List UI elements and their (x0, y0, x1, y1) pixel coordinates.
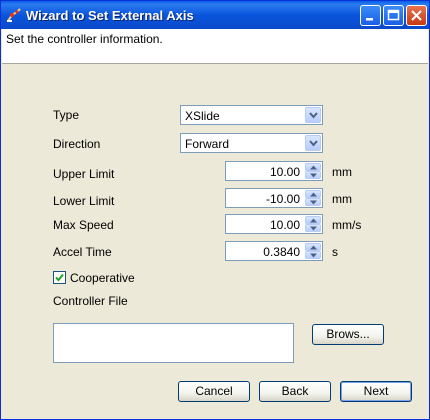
max-speed-value: 10.00 (269, 218, 300, 232)
type-label: Type (53, 108, 80, 122)
info-text: Set the controller information. (6, 32, 163, 46)
chevron-down-icon (309, 140, 318, 147)
max-speed-increment[interactable] (305, 216, 321, 224)
accel-time-input[interactable]: 0.3840 (225, 241, 323, 261)
checkmark-icon (55, 273, 64, 282)
minimize-button[interactable] (360, 5, 381, 26)
lower-limit-input[interactable]: -10.00 (225, 188, 323, 208)
lower-limit-label: Lower Limit (53, 194, 115, 208)
direction-select[interactable]: Forward (180, 133, 323, 153)
direction-value: Forward (185, 137, 230, 151)
arrow-up-icon (310, 192, 317, 197)
close-icon (411, 10, 422, 21)
wizard-window: Wizard to Set External Axis Set the cont… (0, 0, 430, 420)
max-speed-input[interactable]: 10.00 (225, 214, 323, 234)
upper-limit-label: Upper Limit (53, 167, 115, 181)
max-speed-decrement[interactable] (305, 224, 321, 232)
type-dropdown-button[interactable] (305, 107, 321, 123)
maximize-icon (387, 9, 400, 21)
minimize-icon (366, 18, 373, 21)
arrow-down-icon (310, 253, 317, 258)
lower-limit-value: -10.00 (265, 192, 300, 206)
max-speed-label: Max Speed (53, 218, 114, 232)
controller-file-field[interactable] (53, 323, 294, 363)
chevron-down-icon (309, 112, 318, 119)
arrow-down-icon (310, 226, 317, 231)
arrow-down-icon (310, 173, 317, 178)
back-button[interactable]: Back (259, 381, 331, 402)
accel-time-unit: s (332, 245, 338, 259)
next-button[interactable]: Next (340, 381, 412, 402)
window-title: Wizard to Set External Axis (26, 8, 194, 23)
arrow-up-icon (310, 165, 317, 170)
max-speed-unit: mm/s (332, 218, 362, 232)
arrow-up-icon (310, 245, 317, 250)
direction-dropdown-button[interactable] (305, 135, 321, 151)
title-bar[interactable]: Wizard to Set External Axis (1, 1, 429, 29)
upper-limit-input[interactable]: 10.00 (225, 161, 323, 181)
lower-limit-increment[interactable] (305, 190, 321, 198)
accel-time-increment[interactable] (305, 243, 321, 251)
upper-limit-decrement[interactable] (305, 171, 321, 179)
lower-limit-decrement[interactable] (305, 198, 321, 206)
info-panel: Set the controller information. (2, 29, 428, 64)
type-select[interactable]: XSlide (180, 105, 323, 125)
cooperative-checkbox[interactable] (53, 271, 66, 284)
controller-file-label: Controller File (53, 294, 128, 308)
upper-limit-unit: mm (332, 165, 352, 179)
type-value: XSlide (185, 109, 220, 123)
maximize-button[interactable] (383, 5, 404, 26)
direction-label: Direction (53, 137, 101, 151)
cooperative-label[interactable]: Cooperative (70, 271, 135, 285)
browse-button[interactable]: Brows... (312, 324, 384, 345)
arrow-up-icon (310, 218, 317, 223)
upper-limit-value: 10.00 (269, 165, 300, 179)
accel-time-decrement[interactable] (305, 251, 321, 259)
arrow-down-icon (310, 200, 317, 205)
cancel-button[interactable]: Cancel (178, 381, 250, 402)
robot-arm-icon (6, 7, 22, 23)
accel-time-label: Accel Time (53, 245, 112, 259)
lower-limit-unit: mm (332, 192, 352, 206)
close-button[interactable] (406, 5, 427, 26)
upper-limit-increment[interactable] (305, 163, 321, 171)
accel-time-value: 0.3840 (263, 245, 300, 259)
